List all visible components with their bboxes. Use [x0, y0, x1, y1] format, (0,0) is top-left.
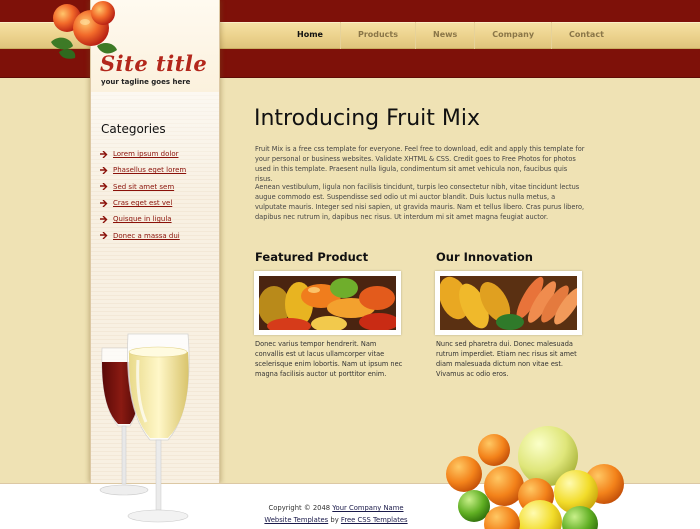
nav-contact[interactable]: Contact — [551, 22, 621, 49]
wine-glasses-icon — [99, 333, 190, 523]
category-link[interactable]: Donec a massa dui — [113, 232, 180, 240]
our-innovation-text: Nunc sed pharetra dui. Donec malesuada r… — [436, 340, 577, 378]
featured-product-heading: Featured Product — [255, 250, 369, 264]
arrow-bullet-icon — [100, 215, 108, 223]
category-item: Sed sit amet sem — [100, 179, 186, 195]
page-title: Introducing Fruit Mix — [254, 106, 480, 131]
featured-product-image — [254, 271, 401, 335]
our-innovation-image — [435, 271, 582, 335]
categories-list: Lorem ipsum dolor Phasellus eget lorem S… — [100, 146, 186, 244]
credits-line: Website Templates by Free CSS Templates — [0, 516, 686, 524]
copyright-text: Copyright © 2048 — [268, 504, 331, 512]
fruit-candy-image — [259, 276, 396, 330]
body-paragraph: Aenean vestibulum, ligula non facilisis … — [255, 183, 585, 221]
nav-news[interactable]: News — [415, 22, 474, 49]
intro-paragraph: Fruit Mix is a free css template for eve… — [255, 145, 585, 183]
category-link[interactable]: Lorem ipsum dolor — [113, 150, 178, 158]
nav-home[interactable]: Home — [280, 22, 340, 49]
tagline: your tagline goes here — [101, 78, 191, 86]
category-link[interactable]: Sed sit amet sem — [113, 183, 174, 191]
category-item: Cras eget est vel — [100, 195, 186, 211]
category-item: Lorem ipsum dolor — [100, 146, 186, 162]
by-text: by — [330, 516, 339, 524]
arrow-bullet-icon — [100, 183, 108, 191]
our-innovation-heading: Our Innovation — [436, 250, 533, 264]
citrus-fruit-icon — [446, 426, 624, 529]
category-link[interactable]: Cras eget est vel — [113, 199, 172, 207]
copyright-line: Copyright © 2048 Your Company Name — [0, 504, 686, 512]
category-item: Quisque in ligula — [100, 211, 186, 227]
category-item: Donec a massa dui — [100, 227, 186, 243]
nav-products[interactable]: Products — [339, 22, 415, 49]
site-title[interactable]: Site title — [100, 51, 207, 76]
fruit-candy-image — [440, 276, 577, 330]
nav-company[interactable]: Company — [474, 22, 551, 49]
arrow-bullet-icon — [100, 150, 108, 158]
arrow-bullet-icon — [100, 232, 108, 240]
company-link[interactable]: Your Company Name — [332, 504, 403, 512]
category-link[interactable]: Phasellus eget lorem — [113, 166, 186, 174]
arrow-bullet-icon — [100, 166, 108, 174]
website-templates-link[interactable]: Website Templates — [264, 516, 328, 524]
arrow-bullet-icon — [100, 199, 108, 207]
categories-heading: Categories — [101, 122, 166, 136]
main-nav: Home Products News Company Contact — [280, 22, 621, 49]
category-item: Phasellus eget lorem — [100, 162, 186, 178]
featured-product-text: Donec varius tempor hendrerit. Nam conva… — [255, 340, 403, 378]
category-link[interactable]: Quisque in ligula — [113, 215, 172, 223]
free-css-templates-link[interactable]: Free CSS Templates — [341, 516, 408, 524]
